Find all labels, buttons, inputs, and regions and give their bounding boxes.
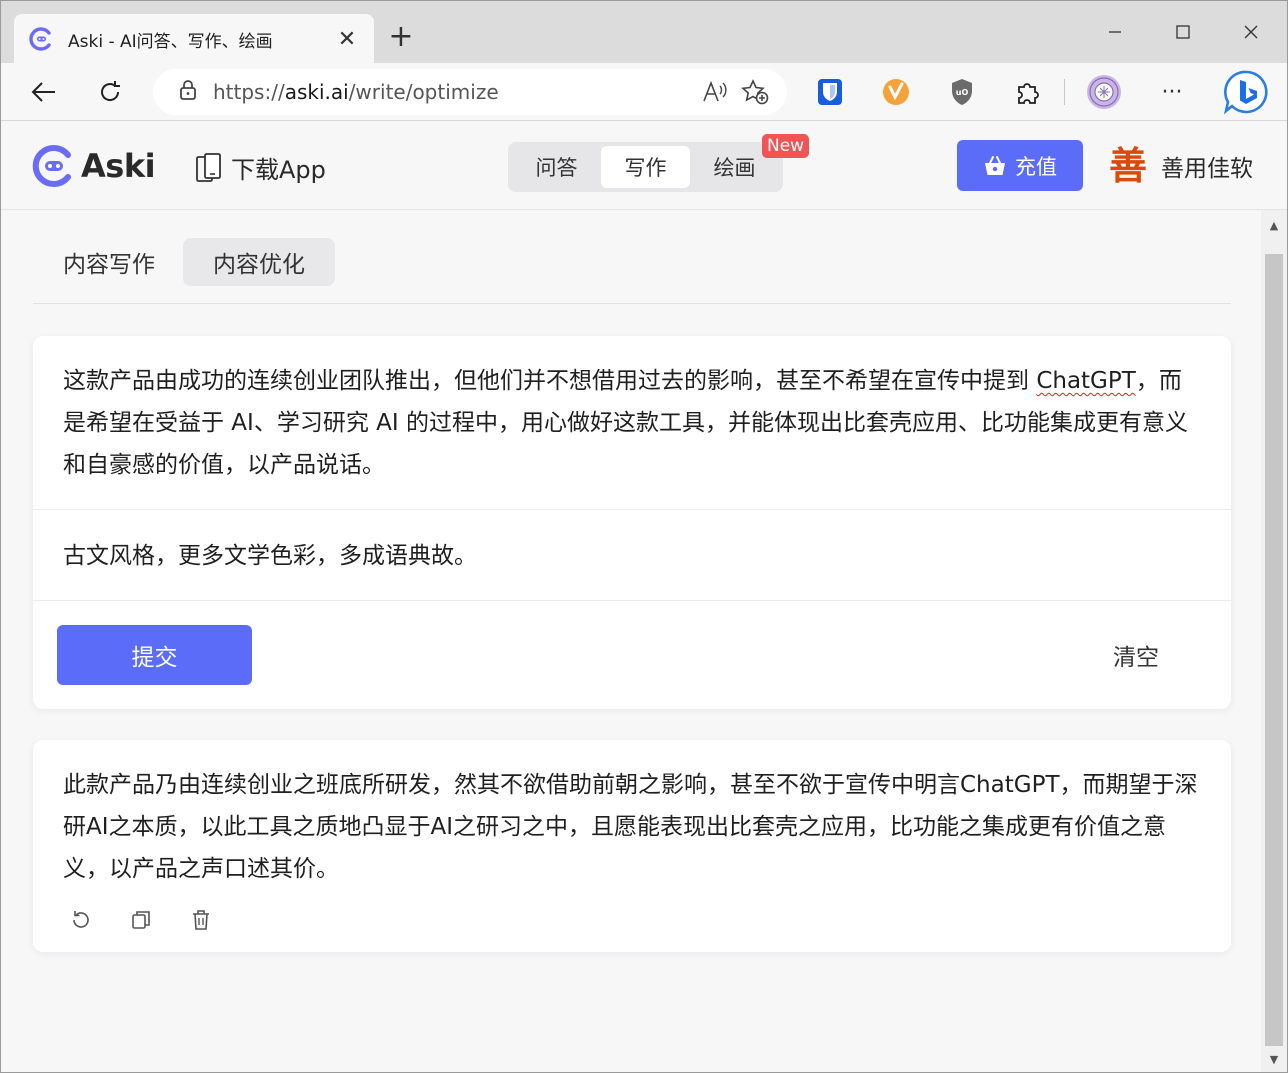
read-aloud-icon[interactable] xyxy=(695,72,735,112)
source-text-part1: 这款产品由成功的连续创业团队推出，但他们并不想借用过去的影响，甚至不希望在宣传中… xyxy=(63,368,1037,394)
shopping-basket-icon xyxy=(985,155,1005,175)
bing-copilot-icon[interactable] xyxy=(1221,67,1271,117)
user-name: 善用佳软 xyxy=(1161,156,1254,182)
style-instruction-input[interactable]: 古文风格，更多文学色彩，多成语典故。 xyxy=(63,536,477,570)
result-text: 此款产品乃由连续创业之班底所研发，然其不欲借助前朝之影响，甚至不欲于宣传中明言C… xyxy=(63,772,1198,882)
source-text-input[interactable]: 这款产品由成功的连续创业团队推出，但他们并不想借用过去的影响，甚至不希望在宣传中… xyxy=(63,360,1203,486)
browser-tab[interactable]: Aski - AI问答、写作、绘画 ✕ xyxy=(14,14,374,64)
clear-button[interactable]: 清空 xyxy=(1113,638,1159,672)
tab-content-writing[interactable]: 内容写作 xyxy=(33,238,185,286)
svg-text:uO: uO xyxy=(956,88,969,97)
source-text-spellcheck-word: ChatGPT xyxy=(1036,368,1136,394)
tab-qa[interactable]: 问答 xyxy=(512,146,601,188)
tab-content-optimize[interactable]: 内容优化 xyxy=(183,238,335,286)
mobile-device-icon xyxy=(196,152,221,182)
download-app-label: 下载App xyxy=(231,156,326,184)
submit-button[interactable]: 提交 xyxy=(57,625,252,685)
page-content: Aski 下载App 问答 写作 绘画 New 充值 善 善用佳软 内容写作 内… xyxy=(1,122,1287,1072)
url-text[interactable]: https://aski.ai/write/optimize xyxy=(213,80,695,104)
mode-switcher: 问答 写作 绘画 xyxy=(508,142,783,192)
page-scrollbar[interactable]: ▲ ▼ xyxy=(1261,210,1287,1072)
ublock-icon[interactable]: uO xyxy=(943,73,981,111)
aski-logo-icon xyxy=(32,145,71,187)
scroll-thumb[interactable] xyxy=(1265,254,1283,1046)
address-bar[interactable]: https://aski.ai/write/optimize xyxy=(153,69,787,115)
refresh-icon[interactable] xyxy=(91,73,129,111)
close-window-button[interactable] xyxy=(1234,15,1268,49)
maximize-button[interactable] xyxy=(1166,15,1200,49)
back-arrow-icon[interactable] xyxy=(25,73,63,111)
profile-seal-icon[interactable] xyxy=(1085,73,1123,111)
site-header: Aski 下载App 问答 写作 绘画 New 充值 善 善用佳软 xyxy=(1,122,1287,210)
url-domain: aski.ai xyxy=(284,80,349,104)
lock-icon[interactable] xyxy=(179,79,197,105)
result-card: 此款产品乃由连续创业之班底所研发，然其不欲借助前朝之影响，甚至不欲于宣传中明言C… xyxy=(33,740,1231,952)
tab-write[interactable]: 写作 xyxy=(601,146,690,188)
delete-icon[interactable] xyxy=(183,902,219,938)
editor-card: 这款产品由成功的连续创业团队推出，但他们并不想借用过去的影响，甚至不希望在宣传中… xyxy=(33,336,1231,709)
toolbar-separator xyxy=(1064,79,1065,105)
write-subtabs: 内容写作 内容优化 xyxy=(33,238,1231,304)
url-path: /write/optimize xyxy=(348,80,499,104)
aski-favicon-icon xyxy=(28,26,54,52)
user-profile[interactable]: 善 善用佳软 xyxy=(1109,144,1253,188)
minimize-button[interactable] xyxy=(1098,15,1132,49)
extensions-puzzle-icon[interactable] xyxy=(1009,73,1047,111)
url-prefix: https:// xyxy=(213,80,285,104)
browser-window: Aski - AI问答、写作、绘画 ✕ + https://aski.ai/wr… xyxy=(0,0,1288,1073)
add-favorite-icon[interactable] xyxy=(735,72,775,112)
browser-toolbar: https://aski.ai/write/optimize uO ··· xyxy=(1,63,1287,121)
aski-logo[interactable]: Aski xyxy=(31,144,156,188)
result-actions xyxy=(63,902,243,938)
new-badge: New xyxy=(762,134,810,158)
copy-icon[interactable] xyxy=(123,902,159,938)
regenerate-icon[interactable] xyxy=(63,902,99,938)
download-app-link[interactable]: 下载App xyxy=(195,150,326,185)
extension-orange-icon[interactable] xyxy=(877,73,915,111)
tab-title: Aski - AI问答、写作、绘画 xyxy=(68,31,273,52)
editor-divider-bottom xyxy=(33,600,1231,601)
new-tab-button[interactable]: + xyxy=(385,21,417,53)
recharge-label: 充值 xyxy=(1015,154,1057,179)
recharge-button[interactable]: 充值 xyxy=(957,140,1083,191)
more-menu-icon[interactable]: ··· xyxy=(1153,73,1191,111)
editor-divider-top xyxy=(33,509,1231,510)
scroll-down-arrow-icon[interactable]: ▼ xyxy=(1261,1048,1287,1070)
bitwarden-icon[interactable] xyxy=(811,73,849,111)
tab-close-icon[interactable]: ✕ xyxy=(334,27,360,52)
logo-text: Aski xyxy=(81,147,156,185)
scroll-up-arrow-icon[interactable]: ▲ xyxy=(1261,214,1287,236)
user-avatar: 善 xyxy=(1109,143,1148,188)
tab-strip: Aski - AI问答、写作、绘画 ✕ + xyxy=(1,1,1287,64)
